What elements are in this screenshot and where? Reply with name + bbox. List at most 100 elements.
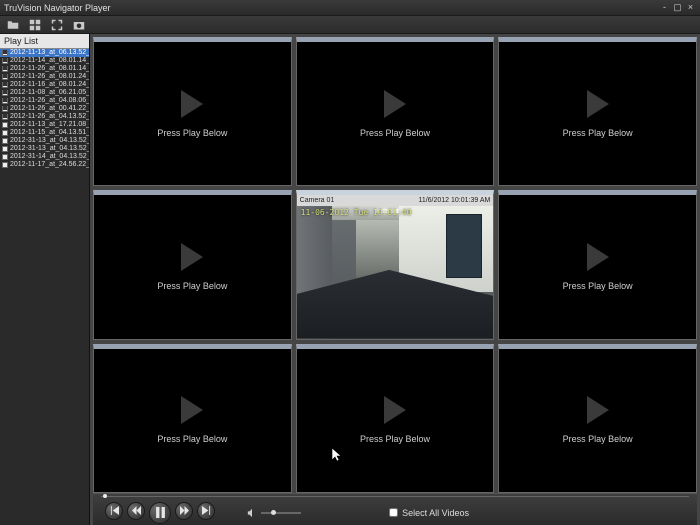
playlist-item[interactable]: 2012-31-14_at_04.13.52_from_Cam: [0, 153, 89, 161]
video-tile-empty[interactable]: Press Play Below: [498, 344, 697, 493]
playlist-item[interactable]: 2012-11-26_at_08.01.14_from_Cam: [0, 65, 89, 73]
playlist-item[interactable]: 2012-11-17_at_24.56.22_from_Cam: [0, 161, 89, 169]
playlist-item[interactable]: 2012-11-26_at_00.41.22_from_Cam: [0, 105, 89, 113]
volume-control[interactable]: [247, 508, 301, 518]
playlist-checkbox[interactable]: [2, 82, 8, 88]
playlist-item[interactable]: 2012-11-26_at_04.13.52_from_Cam: [0, 113, 89, 121]
volume-icon: [247, 508, 257, 518]
playlist-checkbox[interactable]: [2, 154, 8, 160]
playlist-item[interactable]: 2012-11-13_at_17.21.08_from_Cam: [0, 121, 89, 129]
scrub-track[interactable]: [101, 496, 689, 497]
select-all-videos[interactable]: Select All Videos: [389, 508, 469, 518]
close-button[interactable]: ×: [685, 2, 696, 13]
scrub-handle[interactable]: [103, 494, 107, 498]
video-tile-empty[interactable]: Press Play Below: [296, 37, 495, 186]
playlist-item-label: 2012-11-16_at_08.01.24_from_Cam: [10, 81, 89, 89]
playlist-checkbox[interactable]: [2, 74, 8, 80]
playlist-item-label: 2012-11-17_at_24.56.22_from_Cam: [10, 161, 89, 169]
playlist-item[interactable]: 2012-11-15_at_04.13.51_from_Cam: [0, 129, 89, 137]
playlist-item-label: 2012-11-08_at_06.21.05_from_Cam: [10, 89, 89, 97]
playlist-item[interactable]: 2012-31-13_at_04.13.52_from_BCam: [0, 145, 89, 153]
video-tile-empty[interactable]: Press Play Below: [93, 190, 292, 339]
overlay-timestamp: 11-06-2012 Tue 10:01:40: [301, 208, 412, 217]
rewind-button[interactable]: [127, 502, 145, 520]
app-title: TruVision Navigator Player: [4, 3, 111, 13]
snapshot-icon[interactable]: [72, 18, 86, 32]
video-tile-empty[interactable]: Press Play Below: [93, 37, 292, 186]
play-icon: [587, 90, 609, 118]
press-play-label: Press Play Below: [157, 434, 227, 444]
playlist-item-label: 2012-11-15_at_04.13.51_from_Cam: [10, 129, 89, 137]
press-play-label: Press Play Below: [360, 434, 430, 444]
tile-infobar: Camera 01 11/6/2012 10:01:39 AM: [297, 195, 494, 206]
playlist-checkbox[interactable]: [2, 106, 8, 112]
control-bar: Select All Videos: [93, 493, 697, 525]
video-grid: Press Play Below Press Play Below Press Pl…: [93, 37, 697, 493]
playlist-item-label: 2012-11-26_at_08.01.24_from_Cam: [10, 73, 89, 81]
playlist-checkbox[interactable]: [2, 146, 8, 152]
next-button[interactable]: [197, 502, 215, 520]
press-play-label: Press Play Below: [157, 281, 227, 291]
playlist-item[interactable]: 2012-11-13_at_06.13.52_from_Cam: [0, 49, 89, 57]
playlist-header: Play List: [0, 34, 89, 49]
layout-grid-icon[interactable]: [28, 18, 42, 32]
fastforward-button[interactable]: [175, 502, 193, 520]
playlist-item-label: 2012-11-26_at_04.13.52_from_Cam: [10, 113, 89, 121]
video-tile-empty[interactable]: Press Play Below: [498, 37, 697, 186]
playlist-checkbox[interactable]: [2, 66, 8, 72]
minimize-button[interactable]: -: [659, 2, 670, 13]
playlist-checkbox[interactable]: [2, 90, 8, 96]
playlist-item[interactable]: 2012-31-13_at_04.13.52_from_Cam: [0, 137, 89, 145]
play-icon: [384, 90, 406, 118]
playlist-checkbox[interactable]: [2, 98, 8, 104]
playlist-item-label: 2012-11-26_at_00.41.22_from_Cam: [10, 105, 89, 113]
select-all-checkbox[interactable]: [389, 508, 398, 517]
playlist-item-label: 2012-31-14_at_04.13.52_from_Cam: [10, 153, 89, 161]
video-tile-empty[interactable]: Press Play Below: [93, 344, 292, 493]
playlist-item-label: 2012-11-26_at_08.01.14_from_Cam: [10, 65, 89, 73]
play-icon: [181, 90, 203, 118]
play-icon: [181, 243, 203, 271]
tile-clock: 11/6/2012 10:01:39 AM: [418, 197, 490, 204]
titlebar: TruVision Navigator Player - ▢ ×: [0, 0, 700, 16]
playlist-item-label: 2012-11-14_at_08.01.14_from_Cam: [10, 57, 89, 65]
playlist-checkbox[interactable]: [2, 50, 8, 56]
playlist-checkbox[interactable]: [2, 114, 8, 120]
playlist-checkbox[interactable]: [2, 122, 8, 128]
playlist-checkbox[interactable]: [2, 162, 8, 168]
volume-slider[interactable]: [261, 512, 301, 514]
playlist-item-label: 2012-11-26_at_04.08.06_from_Cam: [10, 97, 89, 105]
press-play-label: Press Play Below: [563, 128, 633, 138]
play-pause-button[interactable]: [149, 502, 171, 524]
prev-button[interactable]: [105, 502, 123, 520]
toolbar: [0, 16, 700, 34]
play-icon: [587, 243, 609, 271]
open-folder-icon[interactable]: [6, 18, 20, 32]
select-all-label: Select All Videos: [402, 508, 469, 518]
video-frame: [297, 206, 494, 338]
playlist-item-label: 2012-31-13_at_04.13.52_from_Cam: [10, 137, 89, 145]
playlist-item-label: 2012-31-13_at_04.13.52_from_BCam: [10, 145, 89, 153]
video-tile-active[interactable]: Camera 01 11/6/2012 10:01:39 AM 11-06-2012…: [296, 190, 495, 339]
fullscreen-icon[interactable]: [50, 18, 64, 32]
press-play-label: Press Play Below: [563, 281, 633, 291]
play-icon: [181, 396, 203, 424]
playlist-checkbox[interactable]: [2, 58, 8, 64]
press-play-label: Press Play Below: [563, 434, 633, 444]
playlist[interactable]: 2012-11-13_at_06.13.52_from_Cam2012-11-1…: [0, 49, 89, 169]
playlist-checkbox[interactable]: [2, 130, 8, 136]
camera-name: Camera 01: [300, 197, 335, 204]
playlist-sidebar: Play List 2012-11-13_at_06.13.52_from_Ca…: [0, 34, 90, 525]
playlist-item[interactable]: 2012-11-26_at_08.01.24_from_Cam: [0, 73, 89, 81]
playlist-item[interactable]: 2012-11-26_at_04.08.06_from_Cam: [0, 97, 89, 105]
play-icon: [587, 396, 609, 424]
maximize-button[interactable]: ▢: [672, 2, 683, 13]
playlist-item-label: 2012-11-13_at_17.21.08_from_Cam: [10, 121, 89, 129]
press-play-label: Press Play Below: [157, 128, 227, 138]
playlist-checkbox[interactable]: [2, 138, 8, 144]
video-tile-empty[interactable]: Press Play Below: [296, 344, 495, 493]
playlist-item[interactable]: 2012-11-08_at_06.21.05_from_Cam: [0, 89, 89, 97]
playlist-item[interactable]: 2012-11-14_at_08.01.14_from_Cam: [0, 57, 89, 65]
playlist-item[interactable]: 2012-11-16_at_08.01.24_from_Cam: [0, 81, 89, 89]
video-tile-empty[interactable]: Press Play Below: [498, 190, 697, 339]
